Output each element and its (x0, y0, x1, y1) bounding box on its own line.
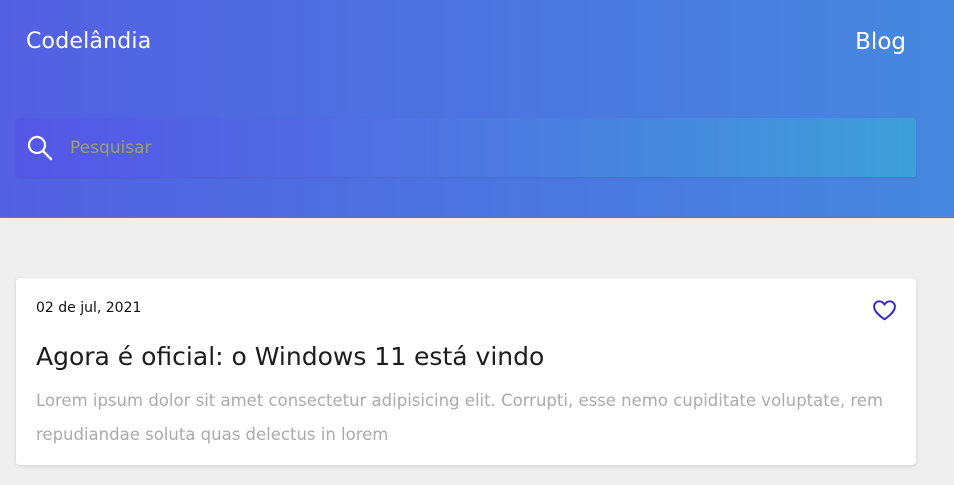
nav-link-blog[interactable]: Blog (855, 29, 906, 55)
post-excerpt: Lorem ipsum dolor sit amet consectetur a… (36, 391, 884, 444)
post-title[interactable]: Agora é oficial: o Windows 11 está vindo (36, 342, 544, 371)
search-icon[interactable] (26, 134, 54, 162)
heart-icon[interactable] (872, 298, 897, 323)
site-header: Codelândia Blog (0, 0, 954, 218)
search-bar[interactable] (16, 118, 916, 177)
brand-logo-text[interactable]: Codelândia (26, 29, 151, 54)
search-input[interactable] (70, 131, 890, 165)
post-date: 02 de jul, 2021 (36, 300, 142, 316)
post-card[interactable]: 02 de jul, 2021 Agora é oficial: o Windo… (16, 278, 916, 465)
